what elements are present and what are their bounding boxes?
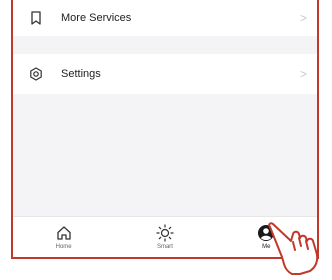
tab-smart[interactable]: Smart [130,217,200,257]
settings-gear-icon [29,67,43,81]
tab-label: Smart [156,244,173,250]
chevron-right-icon: > [299,67,307,81]
chevron-right-icon: > [299,11,307,25]
list-item-label: More Services [61,12,132,24]
phone-frame: More Services > Settings > Home Smart Me [11,0,319,259]
tab-home[interactable]: Home [29,217,99,257]
tab-label: Home [55,244,72,250]
home-icon [55,224,73,242]
list-item-label: Settings [61,68,101,80]
list-item-settings[interactable]: Settings > [13,54,317,94]
bookmark-icon [29,11,43,25]
hand-pointer-icon [266,222,330,275]
list-item-more-services[interactable]: More Services > [13,0,317,36]
sun-icon [156,224,174,242]
